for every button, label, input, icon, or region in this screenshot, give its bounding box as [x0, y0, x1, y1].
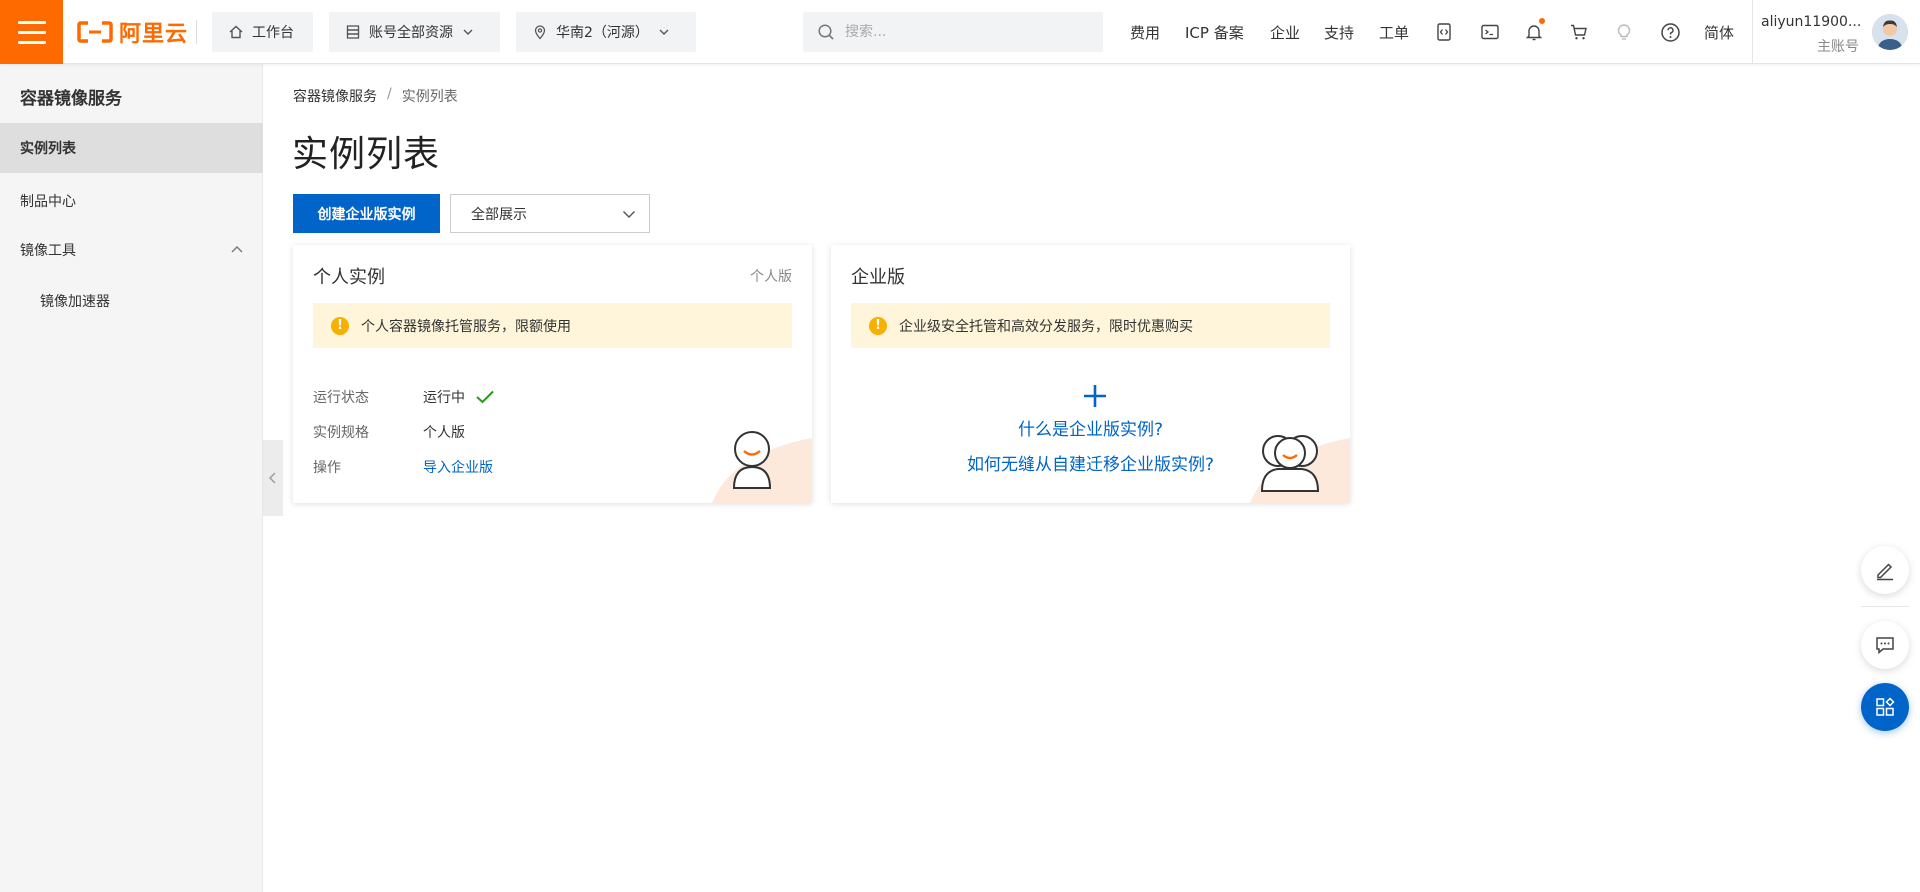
help-button[interactable]: [1658, 20, 1682, 44]
language-switch[interactable]: 简体: [1704, 22, 1734, 43]
logo-bracket-icon: [77, 21, 113, 43]
status-value: 运行中: [423, 387, 495, 407]
sidebar-item-instance-list[interactable]: 实例列表: [0, 123, 263, 173]
top-navigation-bar: 阿里云 工作台 账号全部资源 华南2（河源） 费用 ICP 备案 企业 支持 工…: [0, 0, 1920, 64]
terminal-icon: [1481, 24, 1499, 40]
notice-banner: ! 企业级安全托管和高效分发服务，限时优惠购买: [851, 303, 1330, 348]
breadcrumb-current: 实例列表: [401, 89, 458, 105]
menu-toggle-button[interactable]: [0, 0, 63, 64]
chat-button[interactable]: [1861, 621, 1909, 669]
region-dropdown[interactable]: 华南2（河源）: [516, 12, 696, 52]
page-title: 实例列表: [292, 134, 441, 175]
chevron-left-icon: [269, 472, 276, 484]
location-pin-icon: [534, 25, 546, 40]
lightbulb-icon: [1617, 24, 1631, 40]
chevron-down-icon: [623, 210, 635, 218]
home-icon: [229, 25, 243, 39]
spec-label: 实例规格: [313, 425, 369, 441]
help-circle-icon: [1660, 22, 1680, 42]
cart-icon: [1571, 24, 1587, 40]
product-title: 容器镜像服务: [20, 89, 122, 109]
warning-icon: !: [869, 316, 887, 335]
divider: [196, 20, 197, 44]
card-title: 个人实例: [313, 267, 385, 288]
spec-value: 个人版: [423, 425, 465, 441]
workbench-button[interactable]: 工作台: [212, 12, 313, 52]
code-document-icon: [1437, 23, 1451, 41]
breadcrumb-root[interactable]: 容器镜像服务: [293, 86, 377, 106]
plus-icon[interactable]: [1082, 383, 1108, 409]
personal-illustration-icon: [712, 431, 812, 503]
fee-link[interactable]: 费用: [1130, 22, 1160, 43]
breadcrumb-separator: /: [387, 86, 392, 102]
check-icon: [476, 390, 494, 404]
create-enterprise-instance-button[interactable]: 创建企业版实例: [293, 194, 440, 233]
divider: [1861, 606, 1909, 607]
warning-icon: !: [331, 316, 349, 335]
cloud-shell-button[interactable]: [1478, 20, 1502, 44]
ticket-link[interactable]: 工单: [1379, 22, 1409, 43]
feedback-button[interactable]: [1861, 546, 1909, 594]
enterprise-illustration-icon: [1250, 435, 1350, 503]
brand-name: 阿里云: [119, 22, 189, 47]
breadcrumb: 容器镜像服务 / 实例列表: [293, 86, 458, 106]
sidebar-item-image-accelerator[interactable]: 镜像加速器: [0, 276, 263, 326]
support-link[interactable]: 支持: [1324, 22, 1354, 43]
search-icon: [818, 24, 834, 40]
status-label: 运行状态: [313, 390, 369, 406]
chevron-down-icon: [463, 29, 473, 35]
hamburger-icon: [17, 20, 46, 24]
cart-button[interactable]: [1567, 20, 1591, 44]
search-input[interactable]: [845, 24, 1075, 40]
sidebar: 容器镜像服务 实例列表 制品中心 镜像工具 镜像加速器: [0, 64, 263, 892]
pen-icon: [1877, 563, 1893, 581]
sidebar-group-image-tools[interactable]: 镜像工具: [0, 225, 263, 275]
import-enterprise-link[interactable]: 导入企业版: [423, 457, 493, 477]
sidebar-item-artifact-center[interactable]: 制品中心: [0, 176, 263, 226]
divider: [1752, 0, 1753, 64]
instance-filter-select[interactable]: 全部展示: [450, 194, 650, 233]
global-search[interactable]: [803, 12, 1103, 52]
edition-tag: 个人版: [750, 269, 792, 285]
enterprise-instance-card: 企业版 ! 企业级安全托管和高效分发服务，限时优惠购买 什么是企业版实例? 如何…: [831, 245, 1350, 503]
notification-dot: [1539, 18, 1545, 24]
user-name[interactable]: aliyun11900...: [1761, 14, 1861, 30]
bell-icon: [1525, 25, 1543, 41]
icp-link[interactable]: ICP 备案: [1185, 22, 1244, 43]
aliyun-logo[interactable]: 阿里云: [77, 16, 188, 48]
chevron-up-icon: [231, 246, 243, 253]
tips-button[interactable]: [1612, 20, 1636, 44]
user-avatar-icon: [1872, 14, 1908, 50]
database-icon: [346, 25, 360, 39]
apps-grid-icon: [1876, 697, 1895, 716]
action-label: 操作: [313, 460, 341, 476]
avatar[interactable]: [1872, 14, 1908, 50]
sidebar-collapse-button[interactable]: [263, 440, 283, 516]
chat-bubble-icon: [1876, 637, 1894, 655]
code-repo-button[interactable]: [1432, 20, 1456, 44]
notice-banner: ! 个人容器镜像托管服务，限额使用: [313, 303, 792, 348]
enterprise-link[interactable]: 企业: [1270, 22, 1300, 43]
card-title: 企业版: [851, 267, 905, 288]
personal-instance-card: 个人实例 个人版 ! 个人容器镜像托管服务，限额使用 运行状态 运行中 实例规格…: [293, 245, 812, 503]
apps-button[interactable]: [1861, 683, 1909, 731]
chevron-down-icon: [659, 29, 669, 35]
resource-scope-dropdown[interactable]: 账号全部资源: [329, 12, 500, 52]
account-type: 主账号: [1817, 39, 1859, 55]
filter-selected-value: 全部展示: [471, 206, 527, 223]
notification-button[interactable]: [1522, 18, 1546, 44]
